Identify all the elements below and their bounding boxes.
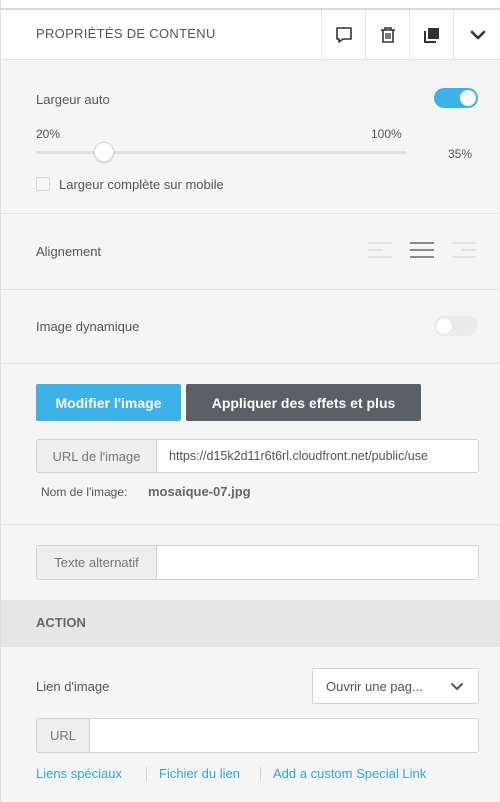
panel-header: PROPRIÉTÉS DE CONTENU (1, 8, 500, 60)
image-link-select-value: Ouvrir une pag... (326, 679, 423, 694)
dynamic-image-toggle[interactable] (434, 316, 478, 336)
image-name-label: Nom de l'image: (41, 485, 128, 499)
image-link-select[interactable]: Ouvrir une pag... (312, 668, 479, 704)
add-custom-special-link[interactable]: Add a custom Special Link (273, 766, 426, 781)
alt-text-field[interactable]: Texte alternatif (36, 545, 479, 580)
action-url-addon: URL (37, 719, 90, 752)
dynamic-image-label: Image dynamique (36, 319, 140, 334)
align-center-icon[interactable] (409, 241, 435, 261)
alt-text-addon: Texte alternatif (37, 546, 157, 579)
action-url-input[interactable] (90, 719, 102, 752)
link-file-link[interactable]: Fichier du lien (159, 766, 240, 781)
comment-icon (336, 27, 352, 43)
divider (1, 524, 500, 525)
chevron-down-icon (470, 30, 486, 40)
mobile-full-width-label: Largeur complète sur mobile (59, 177, 224, 192)
width-slider-track[interactable] (36, 151, 407, 154)
image-name-value: mosaique-07.jpg (148, 484, 251, 499)
image-url-field[interactable]: URL de l'image https://d15k2d11r6t6rl.cl… (36, 439, 479, 473)
action-title: ACTION (36, 615, 86, 630)
trash-icon (381, 27, 395, 43)
alignment-label: Alignement (36, 244, 102, 259)
divider (1, 213, 500, 214)
toggle-knob (460, 90, 476, 106)
chevron-down-icon (451, 683, 463, 690)
slider-min-label: 20% (36, 127, 61, 141)
action-section-header: ACTION (1, 600, 500, 647)
action-url-field[interactable]: URL (36, 718, 479, 753)
alt-text-input[interactable] (157, 546, 169, 579)
mobile-full-width-checkbox[interactable] (36, 177, 50, 191)
width-slider-handle[interactable] (94, 142, 114, 162)
special-links-link[interactable]: Liens spéciaux (36, 766, 122, 781)
duplicate-button[interactable] (409, 10, 454, 60)
auto-width-label: Largeur auto (36, 92, 110, 107)
align-right-icon[interactable] (451, 241, 477, 261)
modify-image-button[interactable]: Modifier l'image (36, 384, 181, 421)
top-strip (1, 0, 500, 8)
divider (1, 289, 500, 290)
link-separator (260, 767, 261, 781)
slider-max-label: 100% (371, 127, 402, 141)
delete-button[interactable] (365, 10, 410, 60)
toggle-knob (436, 318, 452, 334)
duplicate-icon (424, 28, 439, 43)
image-link-label: Lien d'image (36, 679, 110, 694)
content-properties-panel: PROPRIÉTÉS DE CONTENU Largeur auto 20% 1… (0, 0, 500, 802)
image-url-input[interactable]: https://d15k2d11r6t6rl.cloudfront.net/pu… (157, 440, 428, 472)
slider-value: 35% (448, 147, 473, 161)
align-left-icon[interactable] (367, 241, 393, 261)
auto-width-toggle[interactable] (434, 88, 478, 108)
divider (1, 363, 500, 364)
link-separator (146, 767, 147, 781)
panel-title: PROPRIÉTÉS DE CONTENU (36, 26, 216, 41)
apply-effects-button[interactable]: Appliquer des effets et plus (186, 384, 421, 421)
comment-button[interactable] (321, 10, 366, 60)
image-url-addon: URL de l'image (37, 440, 157, 472)
collapse-button[interactable] (453, 10, 500, 60)
